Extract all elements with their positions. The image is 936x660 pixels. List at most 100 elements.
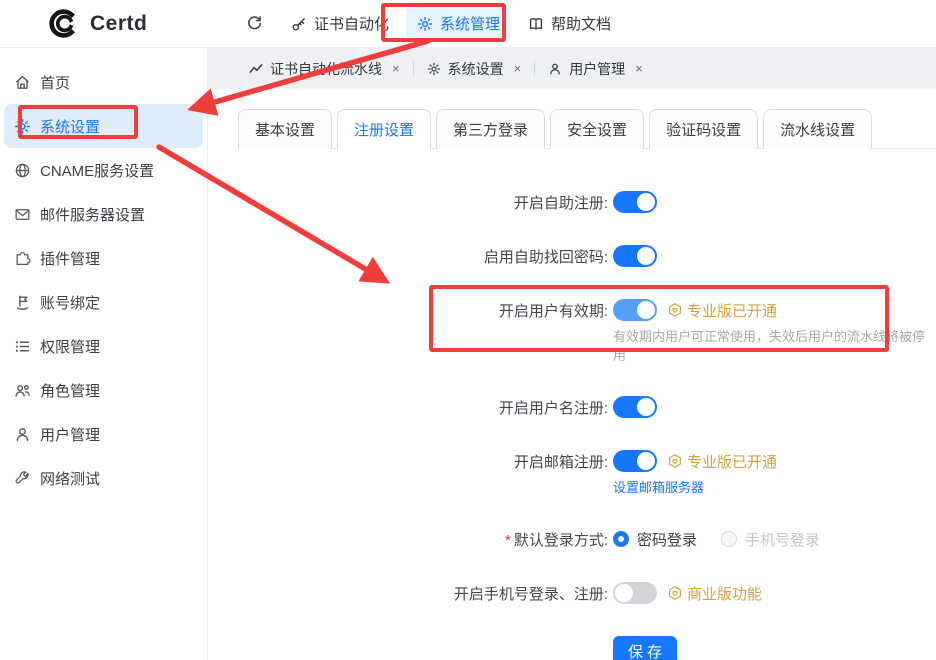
sidebar-item-home[interactable]: 首页 bbox=[4, 60, 203, 104]
sidebar-item-roles[interactable]: 角色管理 bbox=[4, 368, 203, 412]
user-expiry-toggle[interactable] bbox=[613, 299, 657, 321]
tab-third-party-login[interactable]: 第三方登录 bbox=[436, 109, 545, 149]
nav-item-system-management[interactable]: 系统管理 bbox=[406, 6, 511, 41]
tab-label: 流水线设置 bbox=[780, 119, 855, 140]
sidebar: 首页 系统设置 CNAME服务设置 bbox=[0, 48, 208, 660]
tab-register-settings[interactable]: 注册设置 bbox=[337, 109, 431, 149]
badge-label: 商业版功能 bbox=[687, 583, 762, 604]
page-tab-label: 系统设置 bbox=[448, 59, 504, 79]
close-icon[interactable]: × bbox=[514, 61, 522, 76]
line-chart-icon bbox=[249, 62, 263, 76]
field-label: 开启用户有效期: bbox=[238, 300, 608, 321]
nav-item-help-docs[interactable]: 帮助文档 bbox=[517, 6, 622, 41]
certd-logo bbox=[46, 7, 79, 40]
sidebar-item-account-binding[interactable]: 账号绑定 bbox=[4, 280, 203, 324]
form-row-self-register: 开启自助注册: bbox=[238, 191, 936, 213]
page-tab-label: 用户管理 bbox=[569, 59, 625, 79]
team-icon bbox=[14, 382, 31, 399]
sidebar-item-label: 账号绑定 bbox=[40, 292, 100, 313]
radio-label: 手机号登录 bbox=[745, 529, 820, 550]
brand-name: Certd bbox=[90, 12, 147, 36]
top-nav-items: 证书自动化 系统管理 帮助文档 bbox=[208, 6, 622, 41]
setup-mail-server-link[interactable]: 设置邮箱服务器 bbox=[613, 480, 704, 495]
close-icon[interactable]: × bbox=[392, 61, 400, 76]
sidebar-item-label: 权限管理 bbox=[40, 336, 100, 357]
tab-basic-settings[interactable]: 基本设置 bbox=[238, 109, 332, 149]
tab-pipeline-settings[interactable]: 流水线设置 bbox=[763, 109, 872, 149]
tab-security-settings[interactable]: 安全设置 bbox=[550, 109, 644, 149]
sidebar-item-plugins[interactable]: 插件管理 bbox=[4, 236, 203, 280]
email-register-toggle[interactable] bbox=[613, 450, 657, 472]
sidebar-item-permissions[interactable]: 权限管理 bbox=[4, 324, 203, 368]
radio-disabled-icon bbox=[721, 531, 737, 547]
radio-password-login[interactable]: 密码登录 bbox=[613, 529, 697, 550]
nav-item-label: 系统管理 bbox=[440, 13, 500, 34]
user-expiry-hint: 有效期内用户可正常使用，失效后用户的流水线将被停用 bbox=[608, 326, 936, 364]
pro-version-badge: 专业版已开通 bbox=[667, 451, 777, 472]
sidebar-item-cname-service[interactable]: CNAME服务设置 bbox=[4, 148, 203, 192]
page-tab-label: 证书自动化流水线 bbox=[270, 59, 382, 79]
page-tab-bar: 证书自动化流水线 × 系统设置 × bbox=[208, 48, 936, 89]
tab-label: 第三方登录 bbox=[453, 119, 528, 140]
tab-label: 验证码设置 bbox=[666, 119, 741, 140]
badge-label: 专业版已开通 bbox=[687, 451, 777, 472]
badge-label: 专业版已开通 bbox=[687, 300, 777, 321]
mail-icon bbox=[14, 206, 31, 223]
page-tab-pipeline[interactable]: 证书自动化流水线 × bbox=[236, 59, 413, 79]
key-icon bbox=[291, 16, 307, 32]
top-nav: Certd 证书自动化 bbox=[0, 0, 936, 48]
username-register-toggle[interactable] bbox=[613, 396, 657, 418]
sidebar-item-users[interactable]: 用户管理 bbox=[4, 412, 203, 456]
radio-label: 密码登录 bbox=[637, 529, 697, 550]
tab-label: 基本设置 bbox=[255, 119, 315, 140]
vip-badge-icon bbox=[667, 302, 683, 318]
certd-app: Certd 证书自动化 bbox=[0, 0, 936, 660]
password-recovery-toggle[interactable] bbox=[613, 245, 657, 267]
form-row-user-expiry: 开启用户有效期: 专业版已开通 bbox=[238, 299, 936, 364]
form-row-phone-login: 开启手机号登录、注册: 商业版功能 bbox=[238, 582, 936, 604]
plugin-icon bbox=[14, 250, 31, 267]
field-label: 启用自助找回密码: bbox=[238, 246, 608, 267]
brand: Certd bbox=[0, 7, 208, 40]
login-type-radio-group: 密码登录 手机号登录 bbox=[613, 529, 820, 550]
globe-icon bbox=[14, 162, 31, 179]
sidebar-item-network-test[interactable]: 网络测试 bbox=[4, 456, 203, 500]
sidebar-item-label: 用户管理 bbox=[40, 424, 100, 445]
sidebar-item-label: 插件管理 bbox=[40, 248, 100, 269]
setting-tab-bar: 基本设置 注册设置 第三方登录 安全设置 验证码设置 流水线设置 bbox=[238, 109, 936, 149]
sidebar-item-system-settings[interactable]: 系统设置 bbox=[4, 104, 203, 148]
phone-login-toggle[interactable] bbox=[613, 582, 657, 604]
sidebar-item-label: 系统设置 bbox=[40, 116, 100, 137]
form-row-username-register: 开启用户名注册: bbox=[238, 396, 936, 418]
pro-version-badge: 专业版已开通 bbox=[667, 300, 777, 321]
page-tab-user-management[interactable]: 用户管理 × bbox=[535, 59, 656, 79]
page-tab-system-settings[interactable]: 系统设置 × bbox=[414, 59, 535, 79]
sidebar-item-label: 网络测试 bbox=[40, 468, 100, 489]
self-register-toggle[interactable] bbox=[613, 191, 657, 213]
gear-icon bbox=[417, 16, 433, 32]
book-icon bbox=[528, 16, 544, 32]
required-mark: * bbox=[505, 532, 511, 549]
home-icon bbox=[14, 74, 31, 91]
sidebar-item-mail-server[interactable]: 邮件服务器设置 bbox=[4, 192, 203, 236]
flag-icon bbox=[14, 294, 31, 311]
sidebar-item-label: CNAME服务设置 bbox=[40, 160, 154, 181]
sidebar-item-label: 邮件服务器设置 bbox=[40, 204, 145, 225]
save-button[interactable]: 保 存 bbox=[613, 636, 677, 660]
vip-badge-icon bbox=[667, 453, 683, 469]
nav-item-label: 证书自动化 bbox=[314, 13, 389, 34]
form-row-password-recovery: 启用自助找回密码: bbox=[238, 245, 936, 267]
radio-checked-icon[interactable] bbox=[613, 531, 629, 547]
tab-captcha-settings[interactable]: 验证码设置 bbox=[649, 109, 758, 149]
list-icon bbox=[14, 338, 31, 355]
refresh-icon[interactable] bbox=[240, 10, 268, 38]
nav-item-cert-automation[interactable]: 证书自动化 bbox=[280, 6, 400, 41]
radio-phone-login[interactable]: 手机号登录 bbox=[721, 529, 820, 550]
user-icon bbox=[548, 62, 562, 76]
tab-label: 注册设置 bbox=[354, 119, 414, 140]
field-label: 开启邮箱注册: bbox=[238, 451, 608, 472]
wrench-icon bbox=[14, 470, 31, 487]
field-label-text: 默认登录方式: bbox=[514, 532, 608, 549]
vip-badge-icon bbox=[667, 585, 683, 601]
close-icon[interactable]: × bbox=[635, 61, 643, 76]
